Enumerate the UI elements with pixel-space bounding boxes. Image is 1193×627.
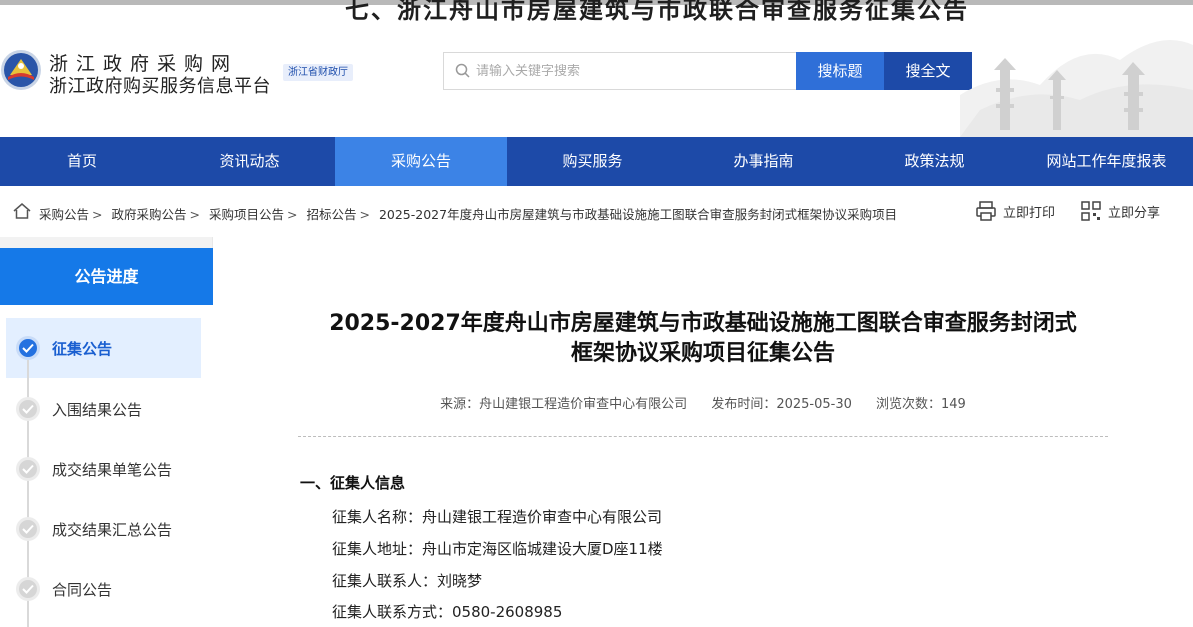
step-solicitation-notice[interactable]: 征集公告 [16, 336, 112, 360]
nav-item-annual-report[interactable]: 网站工作年度报表 [1020, 137, 1193, 186]
nav-item-home[interactable]: 首页 [0, 137, 164, 186]
breadcrumb-item[interactable]: 招标公告 [306, 207, 356, 222]
solicitor-name: 征集人名称：舟山建银工程造价审查中心有限公司 [332, 508, 663, 526]
breadcrumb: 采购公告 > 政府采购公告 > 采购项目公告 > 招标公告 > 2025-2027年度舟… [39, 207, 898, 222]
print-button[interactable]: 立即打印 [975, 200, 1055, 222]
government-emblem-logo[interactable] [0, 49, 42, 91]
article-title: 2025-2027年度舟山市房屋建筑与市政基础设施施工图联合审查服务封闭式 框架… [298, 309, 1108, 369]
step-label: 入围结果公告 [52, 400, 143, 419]
solicitor-contact-person: 征集人联系人：刘晓梦 [332, 572, 483, 590]
share-button[interactable]: 立即分享 [1080, 200, 1160, 222]
check-icon [16, 517, 40, 541]
step-contract-notice[interactable]: 合同公告 [16, 577, 112, 601]
step-label: 成交结果汇总公告 [52, 520, 173, 539]
nav-item-policies[interactable]: 政策法规 [849, 137, 1020, 186]
check-icon [16, 457, 40, 481]
check-icon [16, 577, 40, 601]
step-label: 成交结果单笔公告 [52, 460, 173, 479]
step-label: 合同公告 [52, 580, 113, 599]
nav-item-news[interactable]: 资讯动态 [164, 137, 335, 186]
breadcrumb-item[interactable]: 采购公告 [39, 207, 89, 222]
article-title-line: 框架协议采购项目征集公告 [570, 341, 835, 366]
search-box [443, 52, 796, 90]
search-fulltext-button[interactable]: 搜全文 [884, 52, 972, 90]
step-shortlist-result[interactable]: 入围结果公告 [16, 397, 142, 421]
article-source: 来源：舟山建银工程造价审查中心有限公司 [440, 397, 688, 412]
sidebar-title: 公告进度 [0, 248, 213, 305]
department-badge: 浙江省财政厅 [283, 64, 353, 81]
search-input[interactable] [476, 63, 776, 79]
step-single-deal-result[interactable]: 成交结果单笔公告 [16, 457, 172, 481]
nav-item-procurement-notices[interactable]: 采购公告 [335, 137, 507, 186]
home-icon[interactable] [12, 202, 32, 220]
section-heading: 一、征集人信息 [300, 474, 406, 492]
solicitor-contact-phone: 征集人联系方式：0580-2608985 [332, 603, 563, 621]
search-icon [455, 63, 470, 78]
check-icon [16, 397, 40, 421]
qr-share-icon [1081, 201, 1101, 221]
step-label: 征集公告 [52, 339, 113, 358]
scrolled-banner-text: 七、浙江舟山市房屋建筑与市政联合审查服务征集公告 [345, 0, 969, 24]
solicitor-address: 征集人地址：舟山市定海区临城建设大厦D座11楼 [332, 540, 663, 558]
share-label: 立即分享 [1108, 205, 1161, 221]
nav-item-guide[interactable]: 办事指南 [678, 137, 849, 186]
site-header: 七、浙江舟山市房屋建筑与市政联合审查服务征集公告 浙江政府采购网 浙江政府购买服… [0, 0, 1193, 137]
main-nav: 首页 资讯动态 采购公告 购买服务 办事指南 政策法规 网站工作年度报表 [0, 137, 1193, 186]
article-publish-time: 发布时间：2025-05-30 [711, 397, 852, 412]
print-label: 立即打印 [1003, 205, 1056, 221]
breadcrumb-current: 2025-2027年度舟山市房屋建筑与市政基础设施施工图联合审查服务封闭式框架协… [378, 207, 898, 222]
meta-divider [298, 436, 1108, 437]
pagoda-scenery-illustration [960, 40, 1193, 137]
nav-item-purchase-services[interactable]: 购买服务 [507, 137, 678, 186]
step-summary-deal-result[interactable]: 成交结果汇总公告 [16, 517, 172, 541]
site-subtitle: 浙江政府购买服务信息平台 [49, 76, 271, 97]
article-panel [214, 237, 1193, 627]
check-icon [16, 336, 40, 360]
breadcrumb-item[interactable]: 采购项目公告 [209, 207, 284, 222]
article-view-count: 浏览次数：149 [876, 397, 966, 412]
search-title-button[interactable]: 搜标题 [796, 52, 884, 90]
article-meta: 来源：舟山建银工程造价审查中心有限公司 发布时间：2025-05-30 浏览次数… [298, 393, 1108, 412]
article-title-line: 2025-2027年度舟山市房屋建筑与市政基础设施施工图联合审查服务封闭式 [329, 311, 1077, 336]
breadcrumb-item[interactable]: 政府采购公告 [111, 207, 186, 222]
printer-icon [976, 201, 996, 221]
